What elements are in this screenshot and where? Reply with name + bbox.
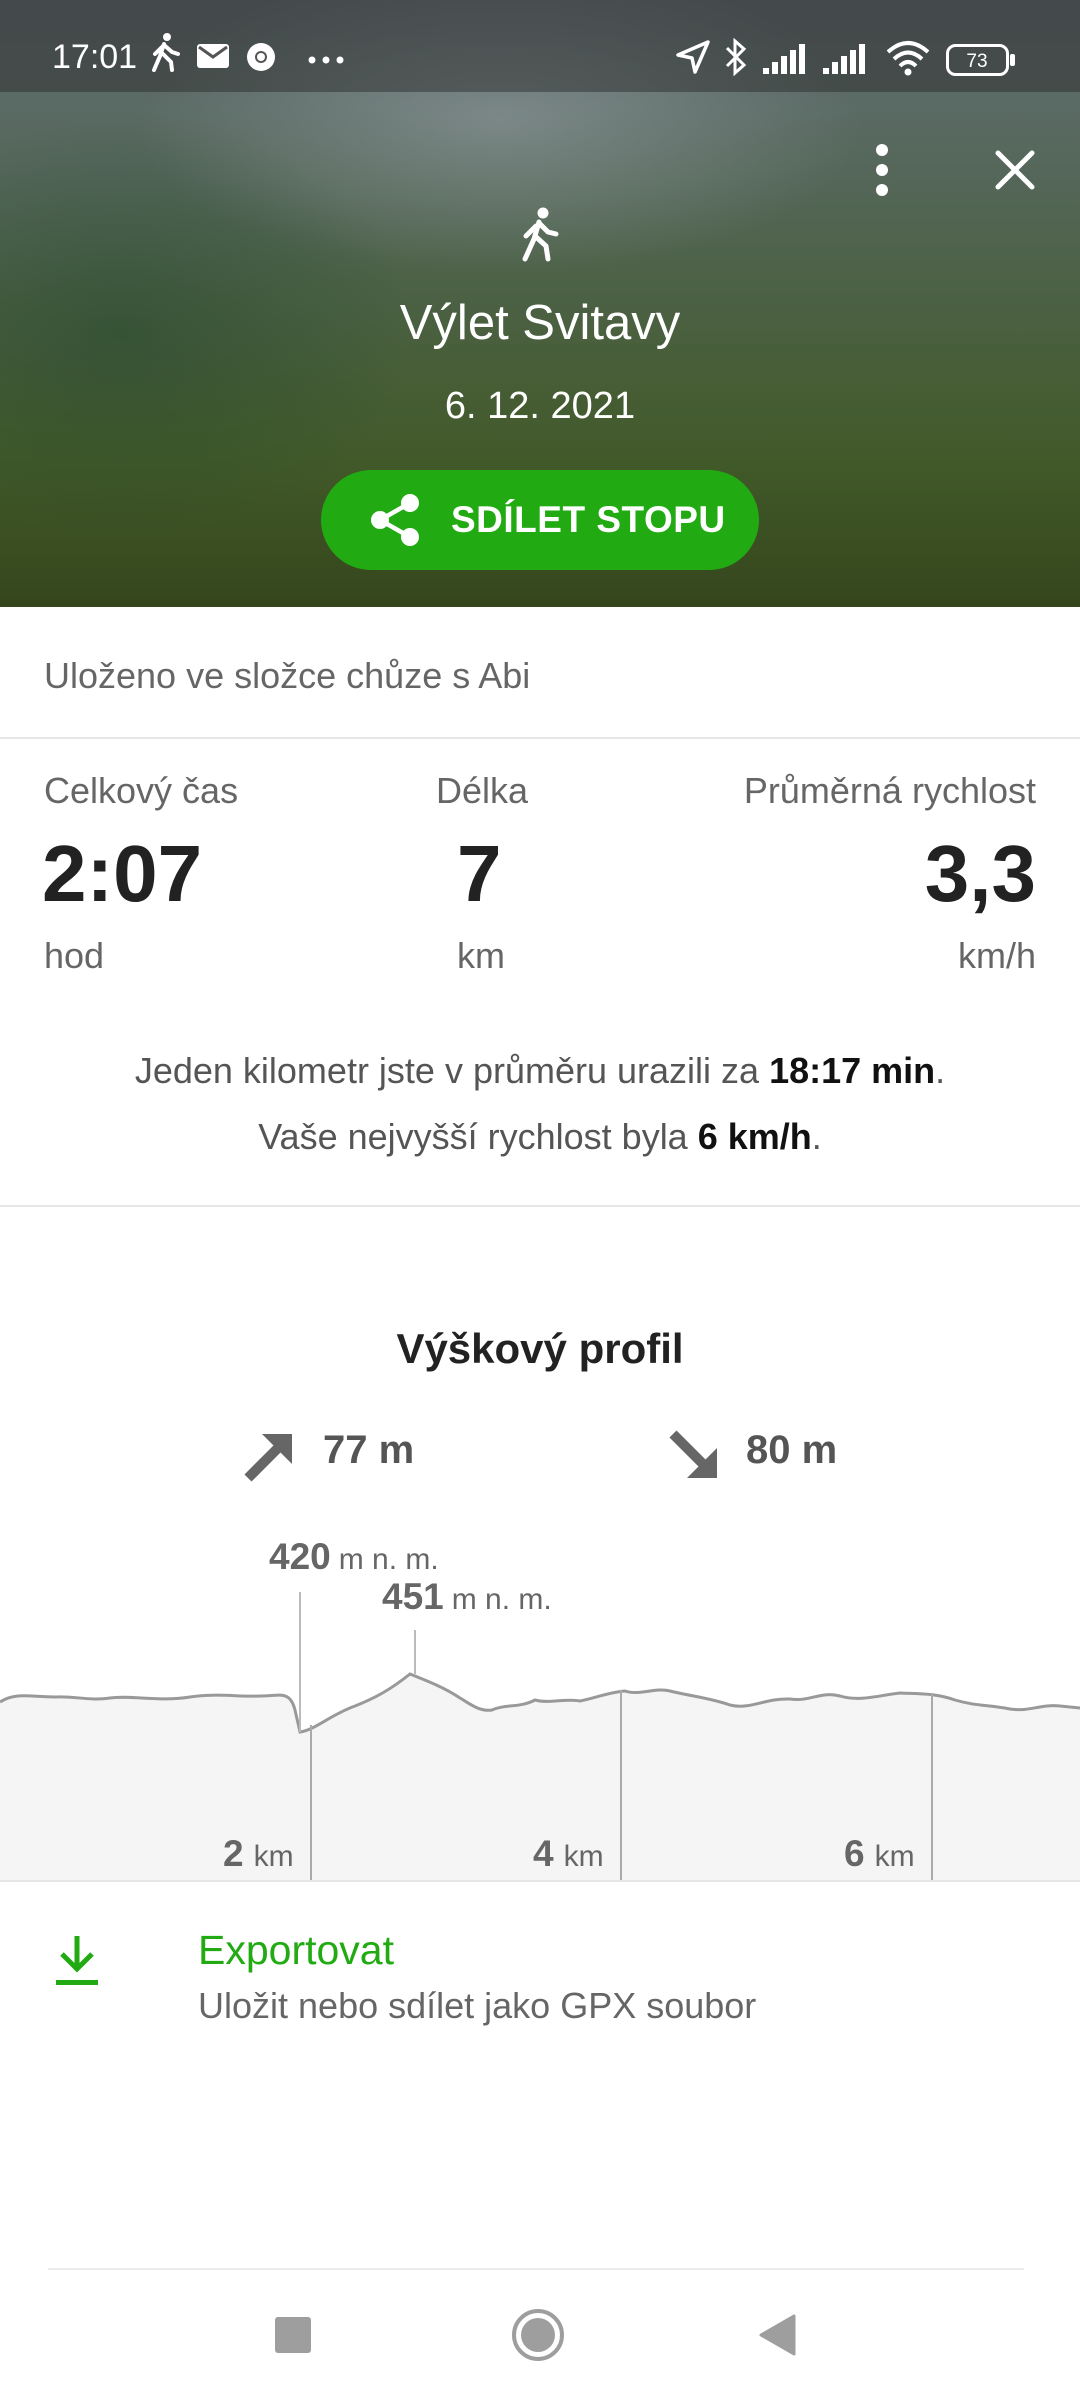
max-speed-prefix: Vaše nejvyšší rychlost byla <box>258 1116 698 1157</box>
ascent-value: 77 m <box>323 1428 415 1472</box>
max-speed-value: 6 km/h <box>697 1116 812 1157</box>
pace-summary: Jeden kilometr jste v průměru urazili za… <box>0 1050 1080 1092</box>
min-elevation-unit: m n. m. <box>339 1543 439 1576</box>
length-label: Délka <box>436 770 529 811</box>
km-tick-value: 2 <box>223 1833 244 1874</box>
export-subtitle: Uložit nebo sdílet jako GPX soubor <box>198 1985 757 2026</box>
track-title: Výlet Svitavy <box>399 296 681 350</box>
close-button[interactable] <box>990 145 1040 195</box>
export-title: Exportovat <box>198 1927 394 1973</box>
km-tick-label: 6 km <box>844 1833 915 1874</box>
share-track-label: SDÍLET STOPU <box>451 499 726 540</box>
walking-icon <box>522 207 559 262</box>
ascent-arrow-icon <box>244 1434 292 1482</box>
nav-divider <box>48 2268 1024 2270</box>
track-date: 6. 12. 2021 <box>444 385 636 427</box>
descent-value: 80 m <box>746 1428 838 1472</box>
total-time-value: 2:07 <box>42 829 203 918</box>
elevation-title: Výškový profil <box>396 1325 684 1372</box>
share-track-button[interactable]: SDÍLET STOPU <box>321 470 759 570</box>
avg-speed-value: 3,3 <box>924 829 1036 918</box>
km-tick-unit: km <box>875 1840 915 1873</box>
km-tick-unit: km <box>564 1840 604 1873</box>
download-icon <box>56 1936 98 1985</box>
km-tick-label: 2 km <box>223 1833 294 1874</box>
total-time-label: Celkový čas <box>44 770 239 811</box>
km-tick-unit: km <box>254 1840 294 1873</box>
folder-text: Uloženo ve složce chůze s Abi <box>44 655 531 696</box>
track-header: 17:01 73 Výlet Svitavy 6. 12. 2021 SDÍLE… <box>0 0 1080 607</box>
max-speed-suffix: . <box>811 1116 822 1157</box>
pace-suffix: . <box>935 1050 946 1091</box>
folder-row[interactable]: Uloženo ve složce chůze s Abi <box>0 607 1080 739</box>
max-elevation-label: 451 m n. m. <box>382 1576 552 1617</box>
descent-arrow-icon <box>669 1430 717 1478</box>
avg-speed-unit: km/h <box>957 935 1036 976</box>
length-unit: km <box>457 935 505 976</box>
min-elevation-value: 420 <box>269 1536 331 1577</box>
divider <box>0 1205 1080 1207</box>
total-time-unit: hod <box>44 935 105 976</box>
km-tick-value: 4 <box>533 1833 554 1874</box>
pace-value: 18:17 min <box>769 1050 936 1091</box>
more-options-button[interactable] <box>860 140 904 200</box>
avg-speed-label: Průměrná rychlost <box>743 770 1036 811</box>
recents-button[interactable] <box>275 2317 311 2353</box>
share-icon <box>371 494 419 546</box>
km-tick-value: 6 <box>844 1833 865 1874</box>
pace-prefix: Jeden kilometr jste v průměru urazili za <box>134 1050 770 1091</box>
max-speed-summary: Vaše nejvyšší rychlost byla 6 km/h. <box>0 1116 1080 1158</box>
back-button[interactable] <box>758 2314 798 2356</box>
min-elevation-label: 420 m n. m. <box>269 1536 439 1577</box>
max-elevation-value: 451 <box>382 1576 444 1617</box>
elevation-profile-chart: 420 m n. m. 451 m n. m. 2 km 4 km 6 km <box>0 1536 1080 1882</box>
home-button[interactable] <box>510 2307 566 2363</box>
length-value: 7 <box>457 829 502 918</box>
km-tick-label: 4 km <box>533 1833 604 1874</box>
max-elevation-unit: m n. m. <box>452 1583 552 1616</box>
